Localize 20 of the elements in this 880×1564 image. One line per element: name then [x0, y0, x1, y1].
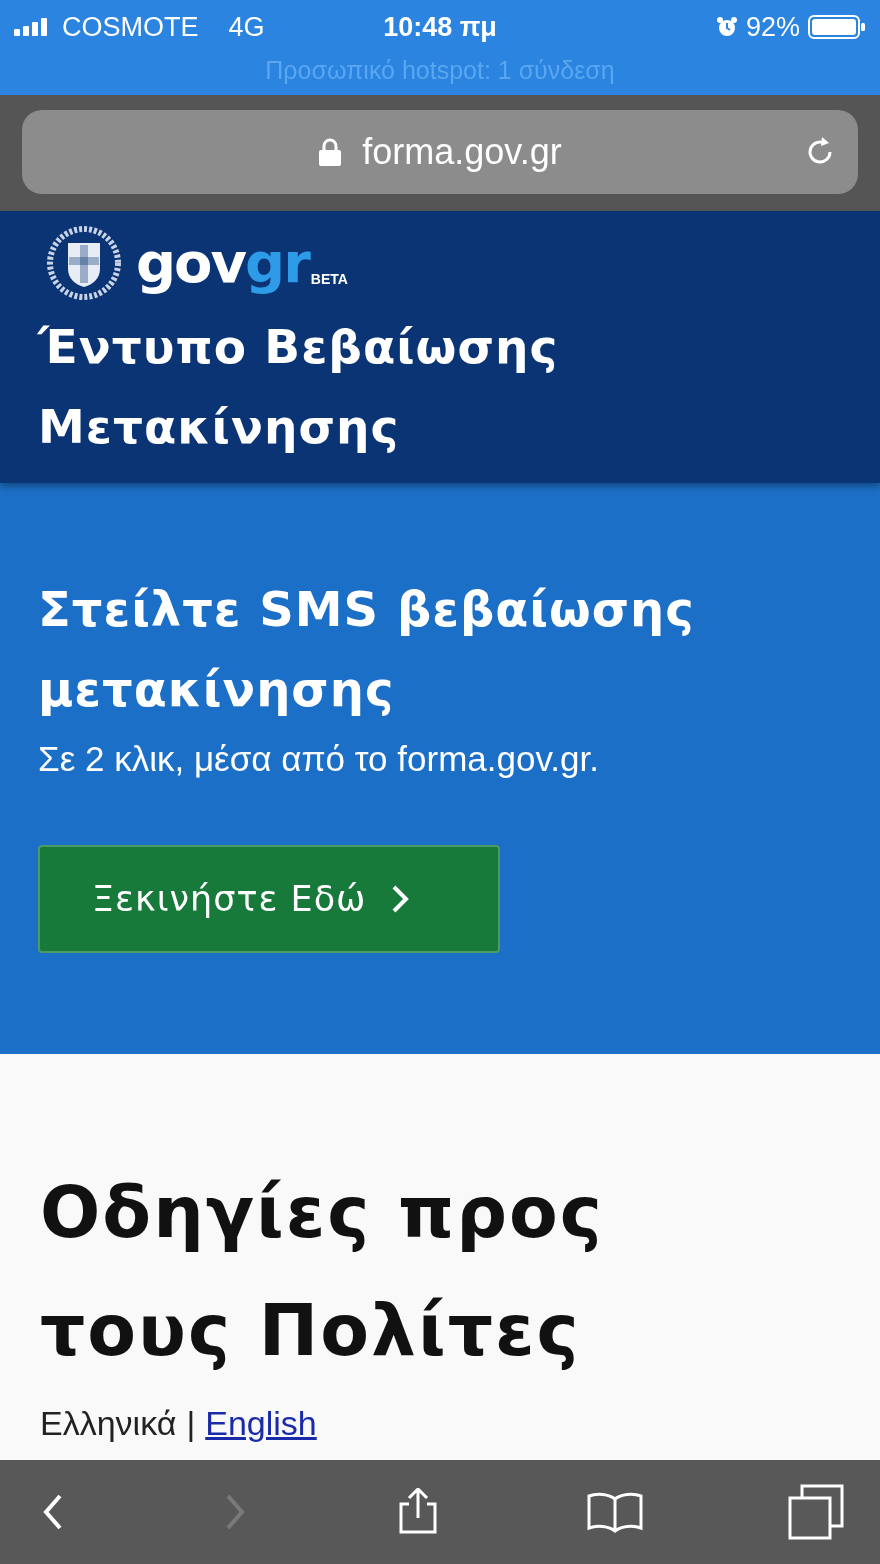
start-button[interactable]: Ξεκινήστε Εδώ [38, 845, 500, 953]
alarm-icon [715, 16, 738, 38]
address-field[interactable]: forma.gov.gr [22, 110, 858, 194]
language-link[interactable]: English [205, 1404, 317, 1443]
current-language: Ελληνικά [40, 1404, 177, 1443]
hero-title: Στείλτε SMS βεβαίωσης μετακίνησης [38, 580, 696, 719]
network-type: 4G [228, 11, 265, 43]
hero-subtitle: Σε 2 κλικ, μέσα από το forma.gov.gr. [38, 739, 600, 779]
carrier-name: COSMOTE [62, 11, 199, 43]
tabs-button[interactable] [788, 1484, 844, 1540]
language-separator: | [186, 1404, 196, 1443]
clock-time: 10:48 πμ [383, 11, 497, 43]
url-text: forma.gov.gr [362, 131, 562, 173]
emblem-icon [46, 225, 122, 301]
battery-icon [808, 15, 866, 39]
beta-tag: BETA [310, 271, 348, 287]
chevron-right-icon [390, 884, 411, 914]
page-title: Έντυπο Βεβαίωσης Μετακίνησης [38, 318, 560, 456]
section-heading: Οδηγίες προς τους Πολίτες [40, 1170, 605, 1374]
battery-percent: 92% [745, 11, 800, 43]
